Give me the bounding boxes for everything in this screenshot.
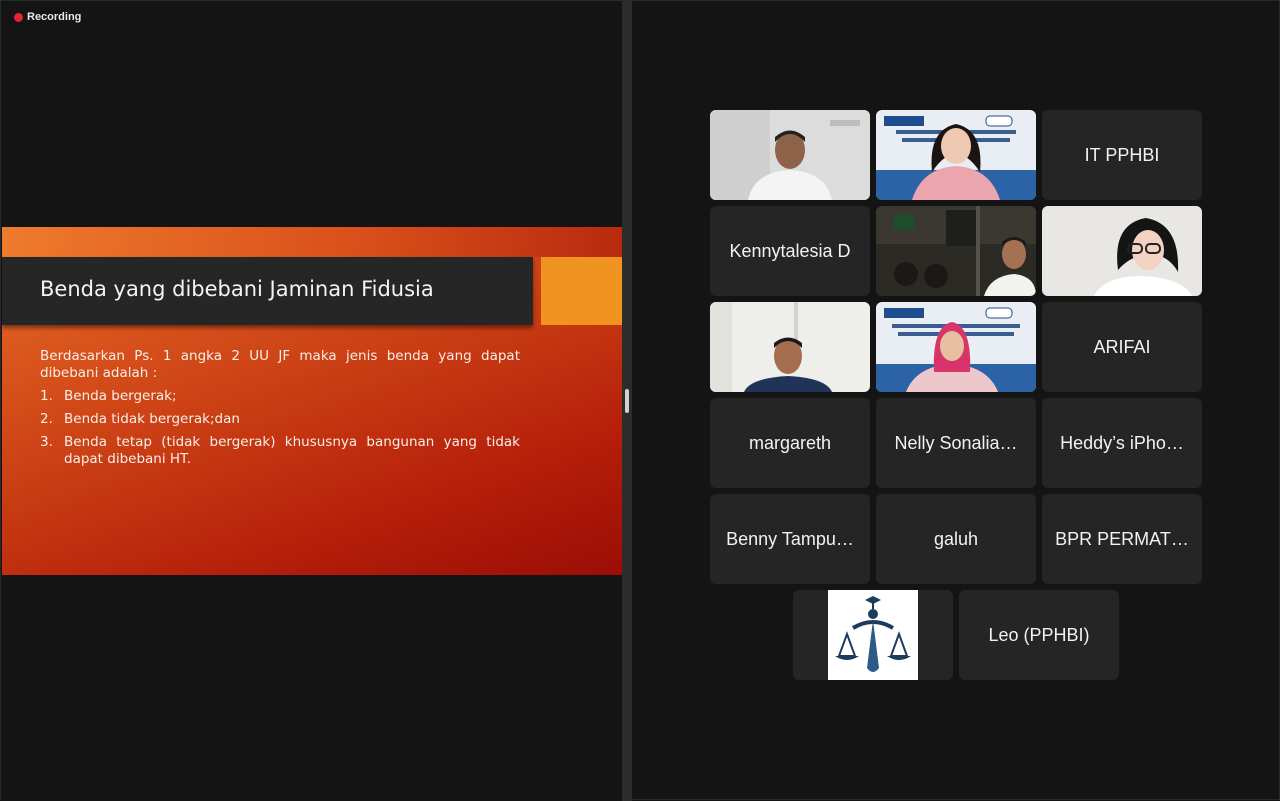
split-view-divider[interactable] — [622, 1, 632, 801]
participant-tile-name[interactable]: Benny Tampu… — [710, 494, 870, 584]
list-number: 3. — [40, 434, 53, 450]
participant-tile-name[interactable]: ARIFAI — [1042, 302, 1202, 392]
slide-list-item: 3. Benda tetap (tidak bergerak) khususnya… — [40, 434, 520, 468]
recording-dot-icon — [14, 12, 23, 22]
list-text: Benda bergerak; — [64, 388, 177, 404]
participant-video-feed — [876, 206, 1036, 296]
participant-logo-image — [793, 590, 953, 680]
slide-intro: Berdasarkan Ps. 1 angka 2 UU JF maka jen… — [40, 348, 520, 381]
slide-list-item: 1. Benda bergerak; — [40, 388, 520, 405]
participant-name: Nelly Sonalia… — [894, 432, 1018, 453]
participant-video-feed — [710, 110, 870, 200]
participant-tile-video[interactable] — [876, 206, 1036, 296]
list-text: Benda tidak bergerak;dan — [64, 411, 240, 427]
list-text: Benda tetap (tidak bergerak) khususnya b… — [64, 434, 520, 467]
participant-name: BPR PERMAT… — [1055, 528, 1189, 549]
participant-video-feed — [876, 302, 1036, 392]
presentation-slide: Benda yang dibebani Jaminan Fidusia Berd… — [2, 227, 622, 575]
participant-name: margareth — [748, 432, 832, 453]
participant-video-feed — [1042, 206, 1202, 296]
list-number: 1. — [40, 388, 53, 404]
participant-name: Heddy’s iPho… — [1060, 432, 1184, 453]
participant-tile-name[interactable]: BPR PERMAT… — [1042, 494, 1202, 584]
screen-share-area: Benda yang dibebani Jaminan Fidusia Berd… — [1, 1, 622, 801]
participant-name: ARIFAI — [1093, 336, 1151, 357]
slide-body: Berdasarkan Ps. 1 angka 2 UU JF maka jen… — [40, 348, 520, 474]
slide-list-item: 2. Benda tidak bergerak;dan — [40, 411, 520, 428]
participant-name: Benny Tampu… — [726, 528, 854, 549]
recording-indicator[interactable]: Recording — [14, 11, 81, 23]
participant-video-feed — [710, 302, 870, 392]
recording-label: Recording — [27, 11, 82, 23]
participant-name: Kennytalesia D — [729, 240, 851, 261]
participant-tile-name[interactable]: galuh — [876, 494, 1036, 584]
list-number: 2. — [40, 411, 53, 427]
participant-name: Leo (PPHBI) — [988, 624, 1090, 645]
slide-title: Benda yang dibebani Jaminan Fidusia — [40, 277, 434, 301]
slide-title-bar: Benda yang dibebani Jaminan Fidusia — [2, 257, 533, 325]
participant-tile-video[interactable] — [1042, 206, 1202, 296]
participant-name: IT PPHBI — [1084, 144, 1160, 165]
meeting-window: Benda yang dibebani Jaminan Fidusia Berd… — [0, 0, 1280, 801]
participant-tile-video[interactable] — [710, 110, 870, 200]
participant-tile-name[interactable]: Kennytalesia D — [710, 206, 870, 296]
participant-tile-name[interactable]: margareth — [710, 398, 870, 488]
participant-video-feed — [876, 110, 1036, 200]
participant-tile-name[interactable]: IT PPHBI — [1042, 110, 1202, 200]
participant-tile-video[interactable] — [876, 302, 1036, 392]
participant-tile-video[interactable] — [710, 302, 870, 392]
participant-name: galuh — [933, 528, 979, 549]
slide-list: 1. Benda bergerak; 2. Benda tidak bergerak… — [40, 388, 520, 468]
participant-tile-video[interactable] — [793, 590, 953, 680]
participant-tile-video[interactable] — [876, 110, 1036, 200]
slide-accent-box — [541, 257, 622, 325]
divider-drag-handle[interactable] — [625, 389, 629, 413]
participant-tile-name[interactable]: Leo (PPHBI) — [959, 590, 1119, 680]
participant-tile-name[interactable]: Nelly Sonalia… — [876, 398, 1036, 488]
participant-tile-name[interactable]: Heddy’s iPho… — [1042, 398, 1202, 488]
slide-top-band — [2, 227, 622, 257]
